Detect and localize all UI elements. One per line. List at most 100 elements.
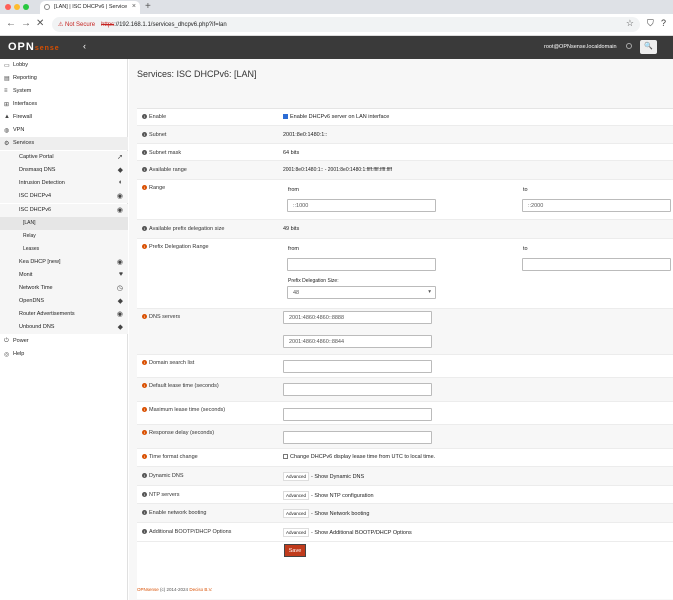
info-icon[interactable]: i xyxy=(142,492,147,497)
sidebar-item-lobby[interactable]: ▭ Lobby xyxy=(0,59,128,72)
sidebar-item-services[interactable]: ⚙ Services xyxy=(0,137,128,150)
sidebar-item-firewall[interactable]: ▲ Firewall xyxy=(0,111,128,124)
default-lease-input[interactable] xyxy=(283,383,432,396)
info-icon[interactable]: i xyxy=(142,167,147,172)
sidebar-item-kea-dhcp[interactable]: Kea DHCP [new] ◉ xyxy=(0,256,128,269)
dns-server-2-input[interactable]: 2001:4860:4860::8844 xyxy=(283,335,432,348)
forward-icon[interactable]: → xyxy=(21,18,31,29)
row-range: i Range from to ::1000 ::2000 xyxy=(137,180,673,220)
maximize-window-button[interactable] xyxy=(23,4,29,10)
user-account-link[interactable]: root@OPNsense.localdomain xyxy=(544,44,617,50)
row-response-delay: i Response delay (seconds) xyxy=(137,425,673,449)
sidebar-item-lan[interactable]: [LAN] xyxy=(0,217,128,230)
info-icon[interactable]: i xyxy=(142,529,147,534)
range-to-input[interactable]: ::2000 xyxy=(522,199,671,212)
max-lease-input[interactable] xyxy=(283,408,432,421)
sidebar-item-opendns[interactable]: OpenDNS ◆ xyxy=(0,295,128,308)
status-icon[interactable] xyxy=(626,43,632,49)
range-from-input[interactable]: ::1000 xyxy=(287,199,436,212)
opnsense-logo[interactable]: OPNsense xyxy=(8,41,60,53)
info-icon[interactable]: i xyxy=(142,407,147,412)
collapse-menu-icon[interactable]: ‹ xyxy=(83,41,86,51)
server-icon: ≡ xyxy=(4,88,8,94)
sidebar-item-isc-dhcpv6[interactable]: ISC DHCPv6 ◉ xyxy=(0,204,128,217)
sidebar-item-vpn[interactable]: ◍ VPN xyxy=(0,124,128,137)
row-subnet: i Subnet 2001:8e0:1480:1:: xyxy=(137,126,673,144)
sidebar-item-intrusion-detection[interactable]: Intrusion Detection ◐ xyxy=(0,177,128,190)
prefix-size-label: i Available prefix delegation size xyxy=(142,226,224,232)
info-icon[interactable]: i xyxy=(142,314,147,319)
tag-icon: ◆ xyxy=(117,167,123,174)
bookmark-star-icon[interactable]: ☆ xyxy=(626,18,634,29)
response-delay-label: i Response delay (seconds) xyxy=(142,430,214,436)
advanced-button[interactable]: Advanced xyxy=(283,528,310,537)
sidebar-item-router-advertisements[interactable]: Router Advertisements ◉ xyxy=(0,308,128,321)
checkbox-checked-icon[interactable] xyxy=(283,114,288,120)
advanced-button[interactable]: Advanced xyxy=(283,491,310,500)
info-icon[interactable]: i xyxy=(142,114,147,119)
browser-tab[interactable]: [LAN] | ISC DHCPv6 | Service × xyxy=(40,1,140,14)
info-icon[interactable]: i xyxy=(142,132,147,137)
sidebar-item-leases[interactable]: Leases xyxy=(0,243,128,256)
info-icon[interactable]: i xyxy=(142,150,147,155)
settings-form: i Enable Enable DHCPv6 server on LAN inte… xyxy=(137,108,673,599)
footer-copyright: (c) 2014-2024 xyxy=(160,587,189,592)
not-secure-badge[interactable]: ⚠ Not Secure xyxy=(58,22,95,28)
sidebar-item-unbound-dns[interactable]: Unbound DNS ◆ xyxy=(0,321,128,334)
info-icon[interactable]: i xyxy=(142,360,147,365)
info-icon[interactable]: i xyxy=(142,510,147,515)
info-icon[interactable]: i xyxy=(142,185,147,190)
stop-icon[interactable]: ✕ xyxy=(36,18,44,29)
sidebar-item-monit[interactable]: Monit ♥ xyxy=(0,269,128,282)
enable-label: i Enable xyxy=(142,114,166,120)
pd-to-input[interactable] xyxy=(522,258,671,271)
footer-brand[interactable]: OPNsense xyxy=(137,587,159,592)
globe-icon: ◍ xyxy=(4,128,10,134)
info-icon[interactable]: i xyxy=(142,244,147,249)
new-tab-button[interactable]: + xyxy=(145,1,151,12)
row-default-lease: i Default lease time (seconds) xyxy=(137,378,673,402)
extension-icon[interactable]: ⛉ xyxy=(647,18,654,29)
info-icon[interactable]: i xyxy=(142,383,147,388)
info-icon[interactable]: i xyxy=(142,454,147,459)
advanced-button[interactable]: Advanced xyxy=(283,509,310,518)
footer-link[interactable]: Deciso B.V. xyxy=(189,587,212,592)
minimize-window-button[interactable] xyxy=(14,4,20,10)
sidebar-item-power[interactable]: ⏻ Power xyxy=(0,335,128,348)
default-lease-label: i Default lease time (seconds) xyxy=(142,383,219,389)
browser-tab-bar: [LAN] | ISC DHCPv6 | Service × + xyxy=(0,0,673,14)
plug-icon: ⏻ xyxy=(4,338,9,344)
row-dns-servers: i DNS servers 2001:4860:4860::8888 2001:4… xyxy=(137,309,673,355)
checkbox-unchecked-icon[interactable] xyxy=(283,454,288,460)
time-format-checkbox[interactable]: Change DHCPv6 display lease time from UT… xyxy=(283,454,435,460)
close-window-button[interactable] xyxy=(5,4,11,10)
info-icon[interactable]: i xyxy=(142,226,147,231)
info-icon[interactable]: i xyxy=(142,430,147,435)
sidebar-item-system[interactable]: ≡ System xyxy=(0,85,128,98)
sidebar-item-help[interactable]: ◎ Help xyxy=(0,348,128,361)
sidebar-item-dnsmasq[interactable]: Dnsmasq DNS ◆ xyxy=(0,164,128,177)
pd-from-input[interactable] xyxy=(287,258,436,271)
pd-size-select[interactable]: 48 ▾ xyxy=(287,286,436,299)
sidebar-item-relay[interactable]: Relay xyxy=(0,230,128,243)
sidebar-item-network-time[interactable]: Network Time ◷ xyxy=(0,282,128,295)
domain-search-input[interactable] xyxy=(283,360,432,373)
dns-server-1-input[interactable]: 2001:4860:4860::8888 xyxy=(283,311,432,324)
pd-from-label: from xyxy=(288,246,299,252)
help-icon[interactable]: ? xyxy=(661,18,666,28)
info-icon[interactable]: i xyxy=(142,473,147,478)
search-button[interactable]: 🔍 xyxy=(640,40,657,54)
sidebar-item-captive-portal[interactable]: Captive Portal ➚ xyxy=(0,151,128,164)
back-icon[interactable]: ← xyxy=(6,18,16,29)
url-field[interactable]: ⚠ Not Secure https://192.168.1.1/services… xyxy=(52,17,640,32)
advanced-button[interactable]: Advanced xyxy=(283,472,310,481)
sidebar-item-interfaces[interactable]: ⊞ Interfaces xyxy=(0,98,128,111)
ntp-advanced: Advanced - Show NTP configuration xyxy=(283,491,374,500)
save-button[interactable]: Save xyxy=(284,544,306,557)
response-delay-input[interactable] xyxy=(283,431,432,444)
sidebar-item-reporting[interactable]: ▤ Reporting xyxy=(0,72,128,85)
enable-checkbox[interactable]: Enable DHCPv6 server on LAN interface xyxy=(283,114,389,120)
dns-label: i DNS servers xyxy=(142,314,180,320)
close-tab-icon[interactable]: × xyxy=(132,3,136,10)
sidebar-item-isc-dhcpv4[interactable]: ISC DHCPv4 ◉ xyxy=(0,190,128,203)
